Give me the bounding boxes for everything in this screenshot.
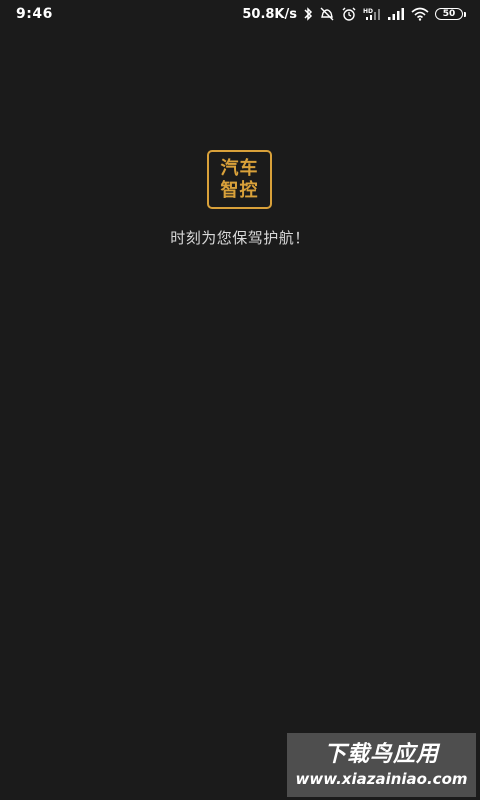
wifi-icon xyxy=(411,7,429,21)
battery-tip xyxy=(464,11,466,17)
logo-text-line2: 智控 xyxy=(220,179,259,201)
status-bar: 9:46 50.8K/s HD 50 xyxy=(0,0,480,28)
watermark: 下载鸟应用 www.xiazainiao.com xyxy=(287,733,476,797)
app-logo: 汽车 智控 xyxy=(207,150,272,209)
status-icons: 50.8K/s HD 50 xyxy=(242,7,466,22)
battery-level: 50 xyxy=(435,8,463,20)
watermark-url: www.xiazainiao.com xyxy=(295,770,468,788)
svg-text:HD: HD xyxy=(363,8,373,15)
signal-icon xyxy=(387,7,405,21)
bluetooth-icon xyxy=(303,7,313,21)
status-time: 9:46 xyxy=(16,6,53,22)
hd-signal-icon: HD xyxy=(363,7,381,21)
mute-icon xyxy=(319,7,335,21)
network-speed: 50.8K/s xyxy=(242,6,297,22)
watermark-title: 下载鸟应用 xyxy=(323,742,439,767)
battery-icon: 50 xyxy=(435,8,466,20)
app-tagline: 时刻为您保驾护航！ xyxy=(170,229,310,247)
alarm-icon xyxy=(341,7,357,21)
logo-text-line1: 汽车 xyxy=(220,157,259,179)
splash-screen: 9:46 50.8K/s HD 50 汽车 智控 时刻为您保驾护航！ 下载鸟应用… xyxy=(0,0,480,800)
